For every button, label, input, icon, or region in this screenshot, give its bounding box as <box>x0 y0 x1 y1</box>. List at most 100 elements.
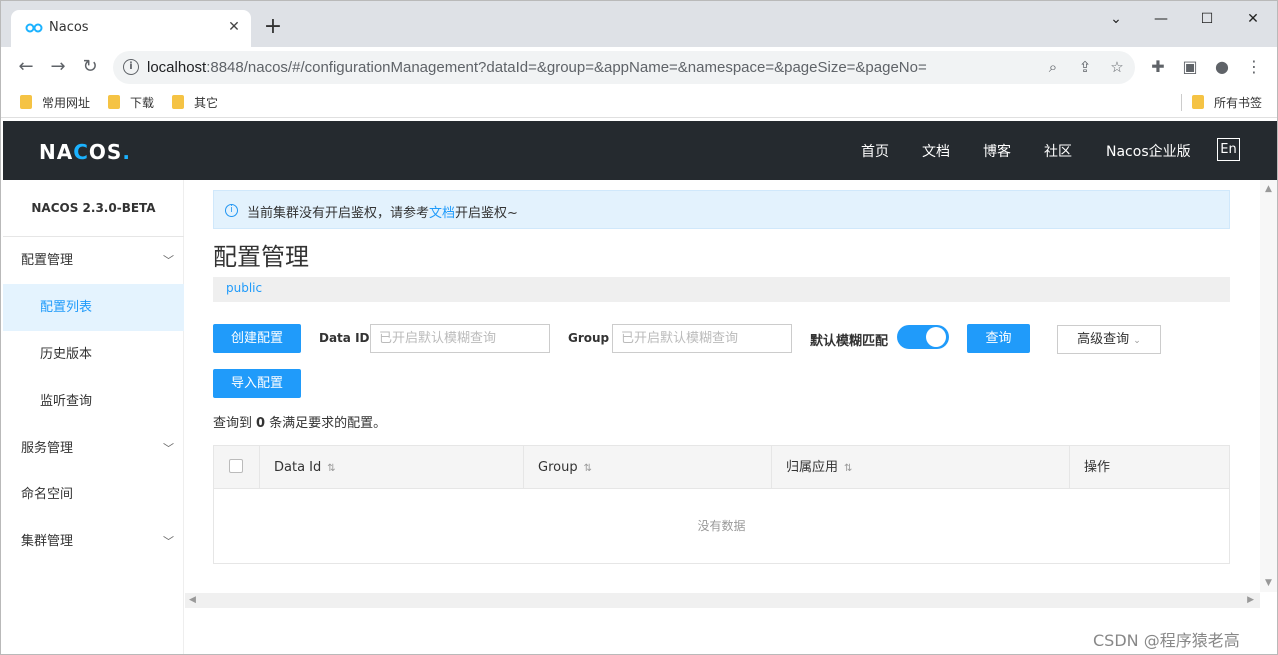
chevron-down-icon: ⌄ <box>1133 336 1141 346</box>
sort-icon[interactable]: ⇅ <box>844 463 852 474</box>
docs-link[interactable]: 文档 <box>429 206 455 221</box>
sidebar-item-config-management[interactable]: 配置管理 ﹀ <box>3 237 184 284</box>
bookmark-label: 常用网址 <box>42 96 91 110</box>
nav-community[interactable]: 社区 <box>1044 141 1072 161</box>
nav-enterprise[interactable]: Nacos企业版 <box>1106 141 1191 161</box>
config-table: Data Id ⇅ Group ⇅ 归属应用 ⇅ 操作 没有数据 <box>213 445 1230 564</box>
close-window-icon[interactable]: ✕ <box>1238 9 1268 29</box>
advanced-search-button[interactable]: 高级查询 ⌄ <box>1057 325 1161 354</box>
nav-docs[interactable]: 文档 <box>922 141 950 161</box>
browser-window: Nacos ✕ + ⌄ — ☐ ✕ ← → ↻ i localhost:8848… <box>0 0 1278 655</box>
vertical-scrollbar[interactable]: ▲ ▼ <box>1260 180 1277 592</box>
share-icon[interactable]: ⇪ <box>1075 57 1095 77</box>
auth-notice: i 当前集群没有开启鉴权，请参考文档开启鉴权~ <box>213 190 1230 229</box>
bookmark-item[interactable]: 常用网址 <box>20 94 90 110</box>
sidebar-item-label: 集群管理 <box>21 534 74 549</box>
bookmark-item[interactable]: 其它 <box>172 94 218 110</box>
select-all-checkbox[interactable] <box>229 459 243 473</box>
maximize-icon[interactable]: ☐ <box>1192 9 1222 29</box>
site-info-icon[interactable]: i <box>123 59 139 75</box>
column-header-actions: 操作 <box>1069 446 1229 489</box>
sidebar-item-label: 配置管理 <box>21 253 74 268</box>
address-bar[interactable]: i localhost:8848/nacos/#/configurationMa… <box>113 51 1135 84</box>
url-path: :8848/nacos/#/configurationManagement?da… <box>206 59 927 76</box>
notice-suffix: 开启鉴权~ <box>455 206 518 221</box>
sidebar-item-label: 配置列表 <box>40 300 93 315</box>
namespace-public[interactable]: public <box>226 281 262 295</box>
notice-prefix: 当前集群没有开启鉴权，请参考 <box>247 206 430 221</box>
chevron-down-icon: ﹀ <box>163 442 174 455</box>
sort-icon[interactable]: ⇅ <box>584 463 592 474</box>
column-header-app[interactable]: 归属应用 ⇅ <box>771 446 1069 489</box>
result-prefix: 查询到 <box>213 416 253 431</box>
scroll-down-icon[interactable]: ▼ <box>1265 578 1272 588</box>
side-panel-icon[interactable]: ▣ <box>1179 56 1201 78</box>
sidebar-item-config-list[interactable]: 配置列表 <box>3 284 184 331</box>
namespace-bar: public <box>213 277 1230 302</box>
forward-icon[interactable]: → <box>47 56 69 78</box>
back-icon[interactable]: ← <box>15 56 37 78</box>
sidebar-item-service-management[interactable]: 服务管理 ﹀ <box>3 425 184 472</box>
column-label: Data Id <box>274 460 322 475</box>
browser-toolbar: ← → ↻ i localhost:8848/nacos/#/configura… <box>1 47 1277 87</box>
profile-icon[interactable]: ● <box>1211 56 1233 78</box>
nav-blog[interactable]: 博客 <box>983 141 1011 161</box>
result-summary: 查询到 0 条满足要求的配置。 <box>213 412 386 431</box>
new-tab-icon[interactable]: + <box>263 16 283 38</box>
scroll-left-icon[interactable]: ◀ <box>189 595 196 605</box>
sort-icon[interactable]: ⇅ <box>327 463 335 474</box>
main-content: i 当前集群没有开启鉴权，请参考文档开启鉴权~ 配置管理 public 创建配置… <box>185 180 1260 654</box>
sidebar: NACOS 2.3.0-BETA 配置管理 ﹀ 配置列表 历史版本 监听查询 服… <box>3 180 184 654</box>
fuzzy-match-toggle[interactable] <box>897 325 949 349</box>
language-toggle[interactable]: En <box>1217 138 1240 161</box>
bookmark-label: 其它 <box>194 96 219 110</box>
column-header-data-id[interactable]: Data Id ⇅ <box>259 446 523 489</box>
column-label: 归属应用 <box>786 460 839 475</box>
menu-icon[interactable]: ⋮ <box>1243 56 1265 78</box>
extensions-icon[interactable]: ✚ <box>1147 56 1169 78</box>
reload-icon[interactable]: ↻ <box>79 56 101 78</box>
bookmark-label: 下载 <box>130 96 155 110</box>
sidebar-item-cluster-management[interactable]: 集群管理 ﹀ <box>3 518 184 565</box>
close-tab-icon[interactable]: ✕ <box>225 18 243 36</box>
bookmark-star-icon[interactable]: ☆ <box>1107 57 1127 77</box>
result-suffix: 条满足要求的配置。 <box>269 416 387 431</box>
column-header-group[interactable]: Group ⇅ <box>523 446 771 489</box>
url-text[interactable]: localhost:8848/nacos/#/configurationMana… <box>147 59 927 76</box>
import-config-button[interactable]: 导入配置 <box>213 369 301 398</box>
nacos-header: NACOS. 首页 文档 博客 社区 Nacos企业版 En <box>3 121 1277 180</box>
bookmark-item[interactable]: 下载 <box>108 94 154 110</box>
zoom-icon[interactable]: ⌕ <box>1043 57 1063 77</box>
chevron-down-icon: ﹀ <box>163 254 174 267</box>
create-config-button[interactable]: 创建配置 <box>213 324 301 353</box>
nacos-logo[interactable]: NACOS. <box>39 140 131 164</box>
all-bookmarks[interactable]: 所有书签 <box>1192 94 1262 110</box>
sidebar-item-history[interactable]: 历史版本 <box>3 331 184 378</box>
version-label: NACOS 2.3.0-BETA <box>3 180 184 237</box>
scroll-up-icon[interactable]: ▲ <box>1265 184 1272 194</box>
sidebar-item-namespace[interactable]: 命名空间 <box>3 471 184 518</box>
group-input[interactable]: 已开启默认模糊查询 <box>612 324 792 353</box>
folder-icon <box>20 95 32 109</box>
notice-text: 当前集群没有开启鉴权，请参考文档开启鉴权~ <box>247 202 518 221</box>
info-icon: i <box>225 204 238 217</box>
scroll-right-icon[interactable]: ▶ <box>1247 595 1254 605</box>
sidebar-item-label: 命名空间 <box>21 487 74 502</box>
search-button[interactable]: 查询 <box>967 324 1030 353</box>
minimize-icon[interactable]: — <box>1146 9 1176 29</box>
advanced-search-label: 高级查询 <box>1077 332 1130 347</box>
url-host: localhost <box>147 59 207 76</box>
result-count: 0 <box>256 416 266 431</box>
sidebar-item-listener-query[interactable]: 监听查询 <box>3 378 184 425</box>
horizontal-scrollbar[interactable]: ◀ ▶ <box>185 593 1260 608</box>
tab-search-icon[interactable]: ⌄ <box>1101 9 1131 29</box>
column-label: Group <box>538 460 578 475</box>
bookmarks-bar: 常用网址 下载 其它 所有书签 <box>1 87 1277 118</box>
page-title: 配置管理 <box>213 243 309 271</box>
data-id-input[interactable]: 已开启默认模糊查询 <box>370 324 550 353</box>
bookmark-label: 所有书签 <box>1214 96 1263 110</box>
sidebar-item-label: 服务管理 <box>21 441 74 456</box>
watermark: CSDN @程序猿老高 <box>1093 631 1240 650</box>
browser-tab[interactable]: Nacos ✕ <box>11 10 251 47</box>
nav-home[interactable]: 首页 <box>861 141 889 161</box>
